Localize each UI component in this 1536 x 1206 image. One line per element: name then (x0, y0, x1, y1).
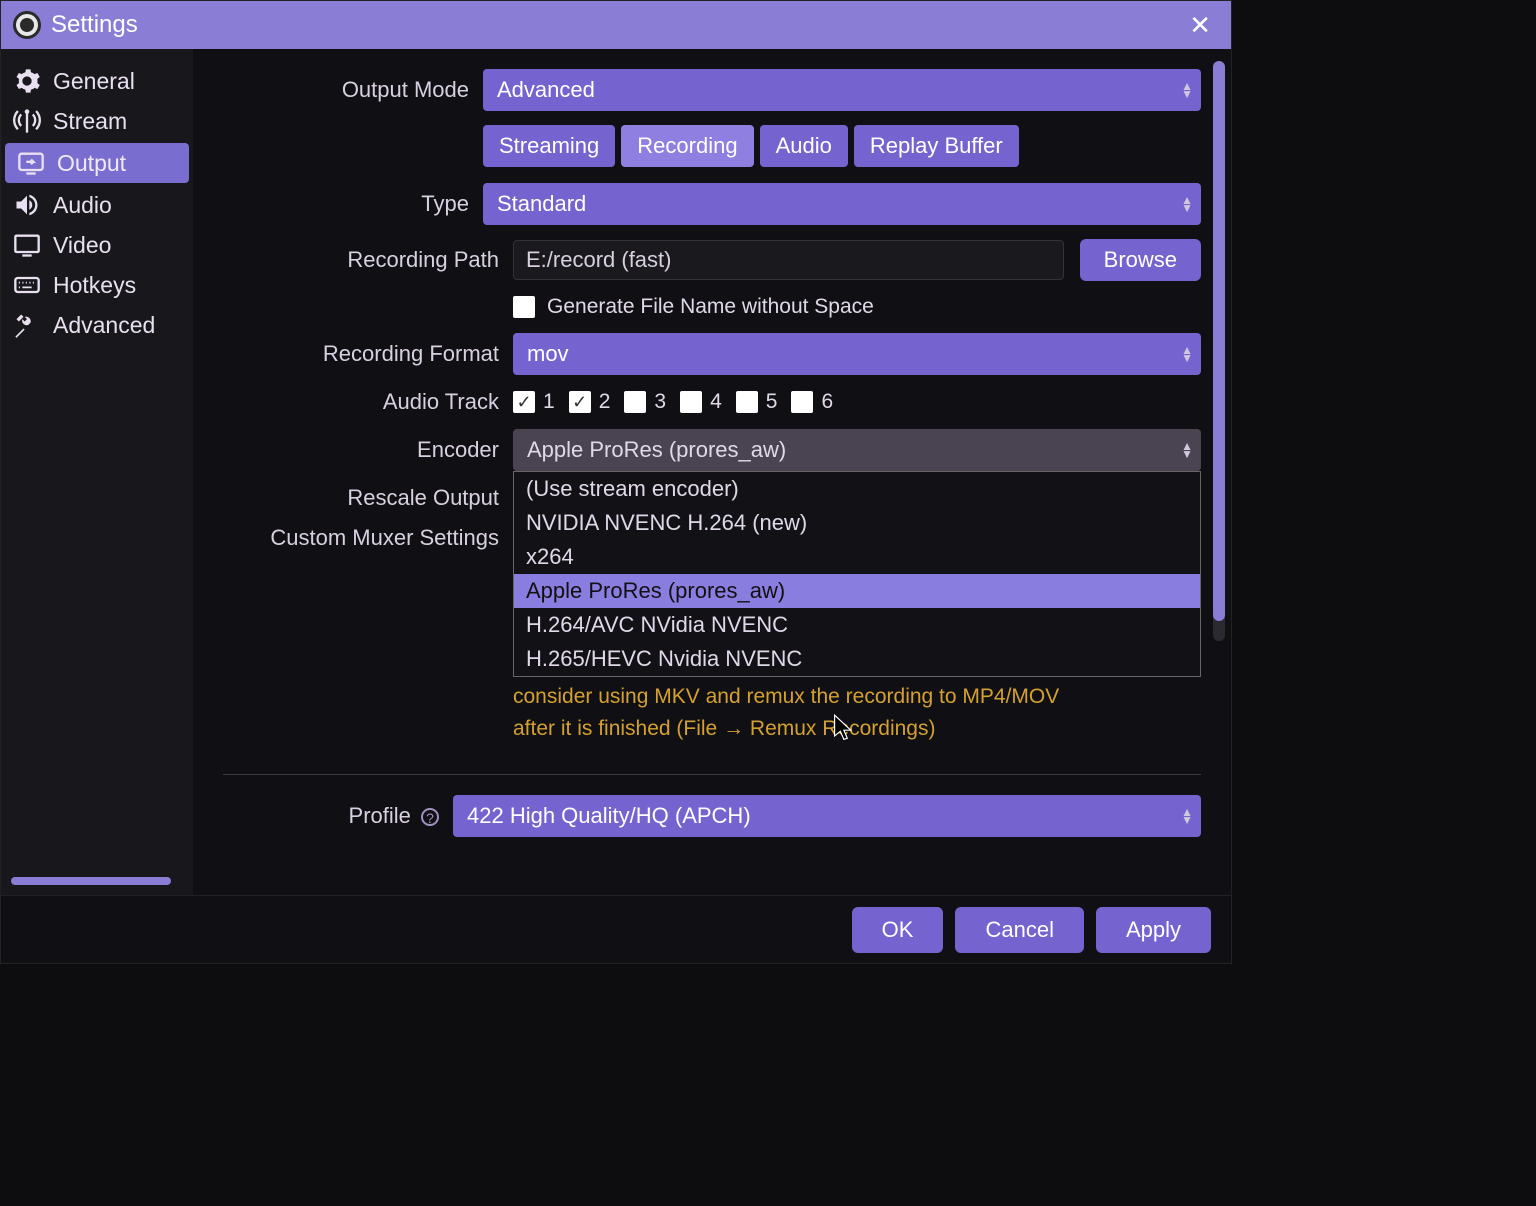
sidebar-item-general[interactable]: General (1, 61, 193, 101)
apply-button[interactable]: Apply (1096, 907, 1211, 953)
sidebar-item-label: Audio (53, 192, 112, 219)
profile-label: Profile ? (223, 803, 453, 829)
updown-icon: ▲▼ (1181, 442, 1193, 458)
section-divider (223, 774, 1201, 775)
encoder-label: Encoder (223, 437, 513, 463)
output-mode-dropdown[interactable]: Advanced ▲▼ (483, 69, 1201, 111)
encoder-dropdown-list: (Use stream encoder) NVIDIA NVENC H.264 … (513, 471, 1201, 677)
warning-text: consider using MKV and remux the recordi… (513, 681, 1201, 744)
window-title: Settings (51, 11, 1181, 39)
profile-dropdown[interactable]: 422 High Quality/HQ (APCH) ▲▼ (453, 795, 1201, 837)
updown-icon: ▲▼ (1181, 196, 1193, 212)
scrollbar-thumb[interactable] (1213, 61, 1225, 621)
keyboard-icon (11, 271, 43, 299)
sidebar: General Stream Output Audio Video Hotkey… (1, 49, 193, 895)
updown-icon: ▲▼ (1181, 346, 1193, 362)
help-icon[interactable]: ? (421, 808, 439, 826)
track-label: 5 (766, 390, 778, 414)
ok-button[interactable]: OK (852, 907, 944, 953)
sidebar-item-label: Hotkeys (53, 272, 136, 299)
encoder-option[interactable]: NVIDIA NVENC H.264 (new) (514, 506, 1200, 540)
track-5-checkbox[interactable] (736, 391, 758, 413)
sidebar-item-label: General (53, 68, 135, 95)
track-label: 2 (599, 390, 611, 414)
browse-button[interactable]: Browse (1080, 239, 1201, 281)
recording-path-input[interactable]: E:/record (fast) (513, 240, 1064, 280)
encoder-option[interactable]: x264 (514, 540, 1200, 574)
recording-format-dropdown[interactable]: mov ▲▼ (513, 333, 1201, 375)
output-mode-value: Advanced (497, 77, 595, 103)
monitor-arrow-icon (15, 149, 47, 177)
track-2-checkbox[interactable]: ✓ (569, 391, 591, 413)
sidebar-item-label: Video (53, 232, 111, 259)
scrollbar[interactable] (1213, 61, 1225, 641)
encoder-option[interactable]: H.264/AVC NVidia NVENC (514, 608, 1200, 642)
type-value: Standard (497, 191, 586, 217)
output-mode-label: Output Mode (223, 77, 483, 103)
recording-path-label: Recording Path (223, 247, 513, 273)
track-6-checkbox[interactable] (791, 391, 813, 413)
encoder-value: Apple ProRes (prores_aw) (527, 437, 786, 463)
encoder-option[interactable]: (Use stream encoder) (514, 472, 1200, 506)
tab-audio[interactable]: Audio (760, 125, 848, 167)
updown-icon: ▲▼ (1181, 808, 1193, 824)
cancel-button[interactable]: Cancel (955, 907, 1083, 953)
sidebar-item-label: Advanced (53, 312, 155, 339)
speaker-icon (11, 191, 43, 219)
updown-icon: ▲▼ (1181, 82, 1193, 98)
tools-icon (11, 311, 43, 339)
gear-icon (11, 67, 43, 95)
track-1-checkbox[interactable]: ✓ (513, 391, 535, 413)
recording-format-value: mov (527, 341, 569, 367)
tab-streaming[interactable]: Streaming (483, 125, 615, 167)
track-4-checkbox[interactable] (680, 391, 702, 413)
sidebar-item-video[interactable]: Video (1, 225, 193, 265)
tab-recording[interactable]: Recording (621, 125, 753, 167)
sidebar-item-label: Output (57, 150, 126, 177)
antenna-icon (11, 107, 43, 135)
sidebar-item-advanced[interactable]: Advanced (1, 305, 193, 345)
profile-value: 422 High Quality/HQ (APCH) (467, 803, 751, 829)
recording-format-label: Recording Format (223, 341, 513, 367)
custom-muxer-label: Custom Muxer Settings (223, 525, 513, 551)
sidebar-item-audio[interactable]: Audio (1, 185, 193, 225)
sidebar-item-stream[interactable]: Stream (1, 101, 193, 141)
encoder-option[interactable]: H.265/HEVC Nvidia NVENC (514, 642, 1200, 676)
generate-filename-label: Generate File Name without Space (547, 295, 874, 319)
type-label: Type (223, 191, 483, 217)
sidebar-scrollbar[interactable] (11, 877, 171, 885)
audio-track-label: Audio Track (223, 389, 513, 415)
type-dropdown[interactable]: Standard ▲▼ (483, 183, 1201, 225)
encoder-dropdown[interactable]: Apple ProRes (prores_aw) ▲▼ (Use stream … (513, 429, 1201, 471)
monitor-icon (11, 231, 43, 259)
track-label: 1 (543, 390, 555, 414)
main-panel: Output Mode Advanced ▲▼ Streaming Record… (193, 49, 1231, 895)
footer: OK Cancel Apply (1, 895, 1231, 963)
rescale-output-label: Rescale Output (223, 485, 513, 511)
sidebar-item-output[interactable]: Output (5, 143, 189, 183)
titlebar: Settings ✕ (1, 1, 1231, 49)
close-button[interactable]: ✕ (1181, 10, 1219, 41)
track-label: 4 (710, 390, 722, 414)
encoder-option-selected[interactable]: Apple ProRes (prores_aw) (514, 574, 1200, 608)
sidebar-item-label: Stream (53, 108, 127, 135)
recording-path-value: E:/record (fast) (526, 247, 671, 273)
app-logo-icon (13, 11, 41, 39)
sidebar-item-hotkeys[interactable]: Hotkeys (1, 265, 193, 305)
track-label: 6 (821, 390, 833, 414)
generate-filename-checkbox[interactable] (513, 296, 535, 318)
tab-replay-buffer[interactable]: Replay Buffer (854, 125, 1019, 167)
track-3-checkbox[interactable] (624, 391, 646, 413)
track-label: 3 (654, 390, 666, 414)
